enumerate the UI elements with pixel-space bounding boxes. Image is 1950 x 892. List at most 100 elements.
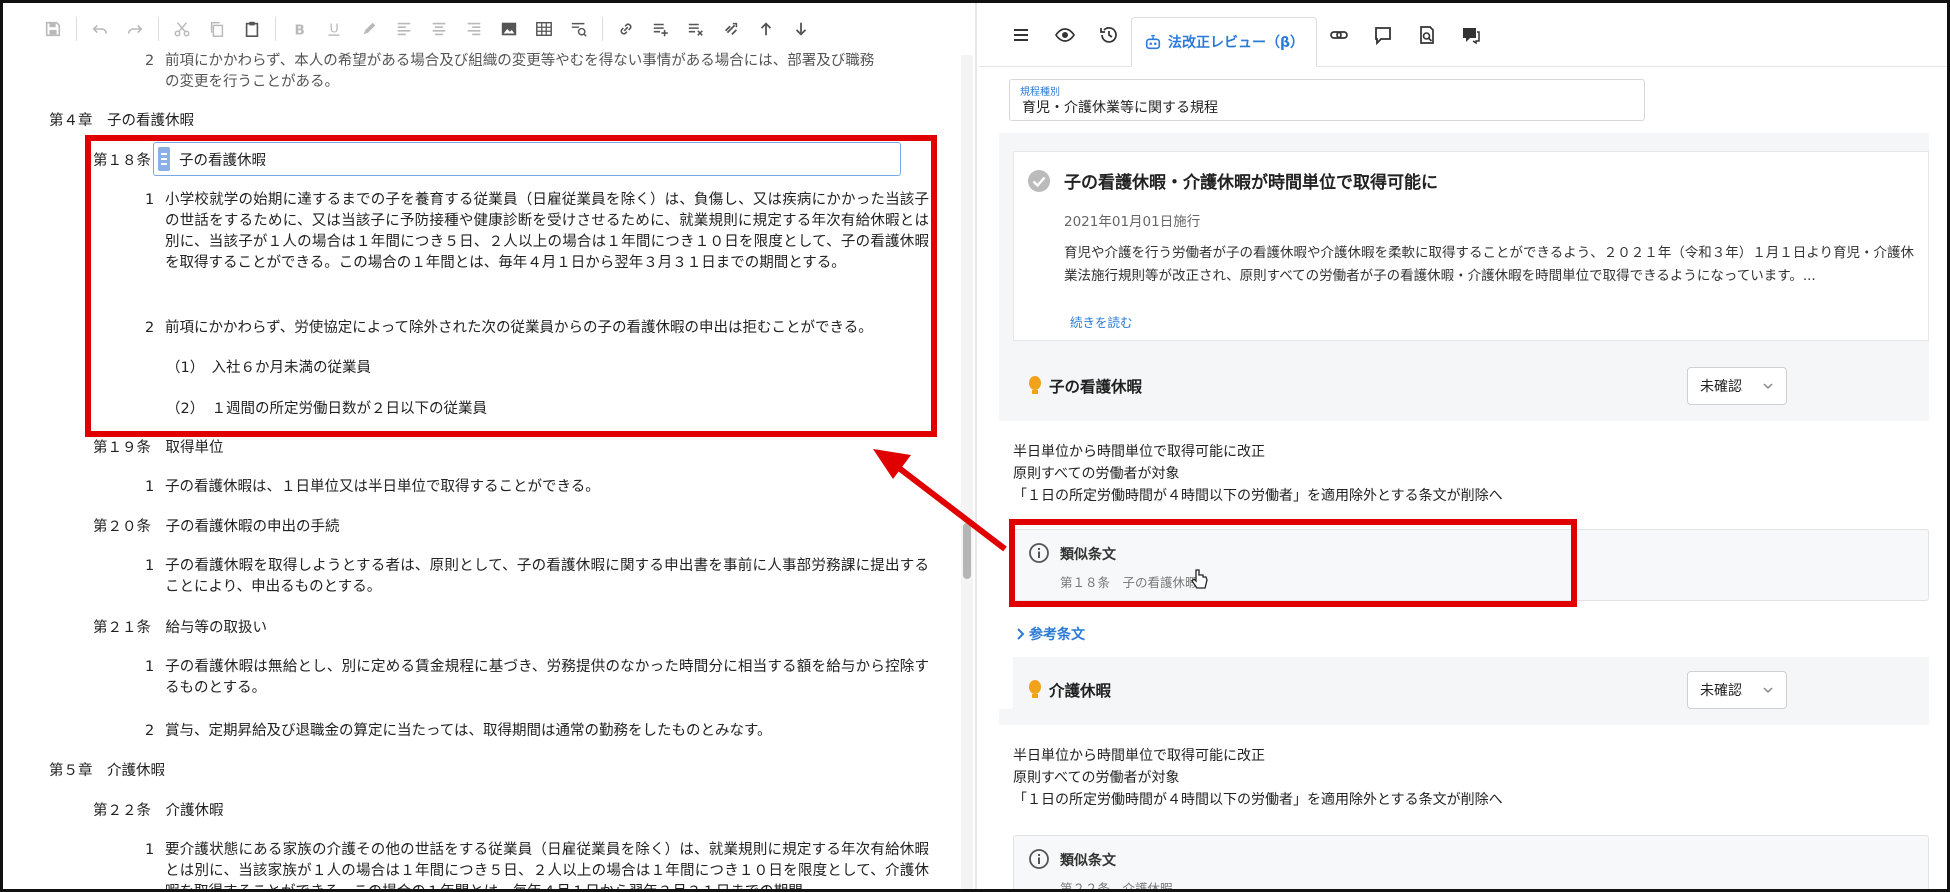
tab-label: 法改正レビュー（β） (1168, 34, 1305, 51)
insert-list-icon[interactable] (647, 15, 675, 43)
table-icon[interactable] (530, 15, 558, 43)
move-up-icon[interactable] (752, 15, 780, 43)
news-title: 子の看護休暇・介護休暇が時間単位で取得可能に (1064, 173, 1438, 193)
paragraph[interactable]: 1 子の看護休暇は無給とし、別に定める賃金規程に基づき、労務提供のなかった時間分… (145, 657, 929, 699)
similar-article-link[interactable]: 第２２条 介護休暇 (1060, 878, 1173, 889)
undo-icon[interactable] (86, 15, 114, 43)
find-replace-icon[interactable] (565, 15, 593, 43)
copy-icon[interactable] (203, 15, 231, 43)
align-center-icon[interactable] (425, 15, 453, 43)
review-status-select[interactable]: 未確認 (1687, 367, 1787, 405)
paragraph-number: 2 (145, 53, 155, 69)
chevron-down-icon (1763, 383, 1773, 390)
paragraph-text: 前項にかかわらず、本人の希望がある場合及び組織の変更等やむを得ない事情がある場合… (165, 53, 875, 90)
section-title: 子の看護休暇 (1049, 378, 1143, 396)
regulation-type-field[interactable]: 規程種別 育児・介護休業等に関する規程 (1009, 79, 1645, 121)
review-status-select[interactable]: 未確認 (1687, 671, 1787, 709)
select-value: 未確認 (1700, 379, 1742, 395)
paragraph[interactable]: 2 前項にかかわらず、本人の希望がある場合及び組織の変更等やむを得ない事情がある… (145, 51, 929, 93)
robot-icon (1145, 34, 1161, 49)
reference-articles-toggle[interactable]: 参考条文 (1029, 624, 1085, 644)
paragraph-text: 子の看護休暇は、１日単位又は半日単位で取得することができる。 (165, 479, 600, 495)
save-icon[interactable] (39, 15, 67, 43)
change-line: 原則すべての労働者が対象 (1013, 770, 1180, 786)
article-heading[interactable]: 第２０条 子の看護休暇の申出の手続 (93, 517, 340, 538)
paragraph-number: 1 (145, 659, 155, 675)
align-left-icon[interactable] (390, 15, 418, 43)
link-chain-icon[interactable] (1317, 3, 1361, 67)
toolbar-divider (158, 17, 159, 41)
chapter-heading[interactable]: 第５章 介護休暇 (49, 761, 165, 782)
change-line: 「１日の所定労働時間が４時間以下の労働者」を適用除外とする条文が削除へ (1013, 792, 1503, 808)
change-line: 半日単位から時間単位で取得可能に改正 (1013, 748, 1265, 764)
chevron-right-icon[interactable] (1015, 627, 1027, 641)
bold-icon[interactable]: B (285, 15, 313, 43)
change-summary: 半日単位から時間単位で取得可能に改正 原則すべての労働者が対象 「１日の所定労働… (1013, 441, 1913, 507)
redo-icon[interactable] (121, 15, 149, 43)
article-heading[interactable]: 第１９条 取得単位 (93, 438, 224, 459)
tab-law-revision-review[interactable]: 法改正レビュー（β） (1131, 17, 1318, 67)
underline-icon[interactable]: U (320, 15, 348, 43)
change-line: 原則すべての労働者が対象 (1013, 466, 1180, 482)
paragraph-text: 要介護状態にある家族の介護その他の世話をする従業員（日雇従業員を除く）は、就業規… (165, 842, 929, 892)
scrollbar-thumb[interactable] (963, 523, 971, 579)
eye-icon[interactable] (1043, 3, 1087, 67)
toolbar-divider (602, 17, 603, 41)
section-header: 子の看護休暇 未確認 (1013, 353, 1929, 421)
paragraph[interactable]: 1 子の看護休暇を取得しようとする者は、原則として、子の看護休暇に関する申出書を… (145, 556, 929, 598)
change-line: 「１日の所定労働時間が４時間以下の労働者」を適用除外とする条文が削除へ (1013, 488, 1503, 504)
similar-title: 類似条文 (1060, 853, 1116, 869)
review-toolbar: 法改正レビュー（β） (979, 3, 1947, 67)
paragraph[interactable]: 2 賞与、定期昇給及び退職金の算定に当たっては、取得期間は通常の勤務をしたものと… (145, 721, 929, 742)
lightbulb-icon (1029, 680, 1041, 698)
change-line: 半日単位から時間単位で取得可能に改正 (1013, 444, 1265, 460)
paragraph[interactable]: 1 子の看護休暇は、１日単位又は半日単位で取得することができる。 (145, 477, 929, 498)
review-pane: 法改正レビュー（β） 規程種別 育児・介護休業等に関する規程 子の看護休暇・介護… (979, 3, 1947, 889)
news-date: 2021年01月01日施行 (1064, 214, 1201, 230)
annotation-highlight-box (1009, 519, 1577, 607)
document-search-icon[interactable] (1405, 3, 1449, 67)
change-summary: 半日単位から時間単位で取得可能に改正 原則すべての労働者が対象 「１日の所定労働… (1013, 745, 1913, 811)
pane-divider[interactable] (975, 3, 977, 889)
similar-article-card[interactable]: 類似条文 第２２条 介護休暇 (1013, 835, 1929, 889)
review-body: 規程種別 育児・介護休業等に関する規程 子の看護休暇・介護休暇が時間単位で取得可… (999, 67, 1929, 889)
paste-icon[interactable] (238, 15, 266, 43)
align-right-icon[interactable] (460, 15, 488, 43)
annotation-highlight-box (85, 135, 937, 437)
swap-icon[interactable] (717, 15, 745, 43)
document-editor-pane: B U 2 前項にかかわらず、本人の希望がある場合及び組織の変更等やむを得ない事… (3, 3, 973, 892)
svg-text:U: U (330, 21, 339, 36)
paragraph-number: 1 (145, 479, 155, 495)
field-value: 育児・介護休業等に関する規程 (1022, 100, 1218, 116)
screenshot-frame: B U 2 前項にかかわらず、本人の希望がある場合及び組織の変更等やむを得ない事… (0, 0, 1950, 892)
article-heading[interactable]: 第２１条 給与等の取扱い (93, 618, 267, 639)
section-header: 介護休暇 未確認 (1013, 657, 1929, 725)
move-down-icon[interactable] (787, 15, 815, 43)
article-heading[interactable]: 第２２条 介護休暇 (93, 801, 224, 822)
chevron-down-icon (1763, 687, 1773, 694)
scrollbar-track[interactable] (961, 55, 973, 889)
read-more-link[interactable]: 続きを読む (1070, 312, 1133, 331)
chat-icon[interactable] (1449, 3, 1493, 67)
select-value: 未確認 (1700, 683, 1742, 699)
lightbulb-icon (1029, 376, 1041, 394)
paragraph-text: 子の看護休暇は無給とし、別に定める賃金規程に基づき、労務提供のなかった時間分に相… (165, 659, 929, 696)
link-icon[interactable] (612, 15, 640, 43)
clear-format-icon[interactable] (682, 15, 710, 43)
chapter-heading[interactable]: 第４章 子の看護休暇 (49, 111, 194, 132)
law-news-card: 子の看護休暇・介護休暇が時間単位で取得可能に 2021年01月01日施行 育児や… (1013, 151, 1929, 341)
image-icon[interactable] (495, 15, 523, 43)
toolbar-divider (275, 17, 276, 41)
history-icon[interactable] (1087, 3, 1131, 67)
toolbar-divider (76, 17, 77, 41)
paragraph[interactable]: 1 要介護状態にある家族の介護その他の世話をする従業員（日雇従業員を除く）は、就… (145, 840, 929, 892)
field-label: 規程種別 (1020, 87, 1060, 98)
menu-icon[interactable] (999, 3, 1043, 67)
highlight-icon[interactable] (355, 15, 383, 43)
paragraph-number: 2 (145, 723, 155, 739)
cut-icon[interactable] (168, 15, 196, 43)
paragraph-number: 1 (145, 842, 155, 858)
check-circle-icon[interactable] (1026, 168, 1052, 194)
info-icon (1029, 849, 1049, 869)
comment-icon[interactable] (1361, 3, 1405, 67)
